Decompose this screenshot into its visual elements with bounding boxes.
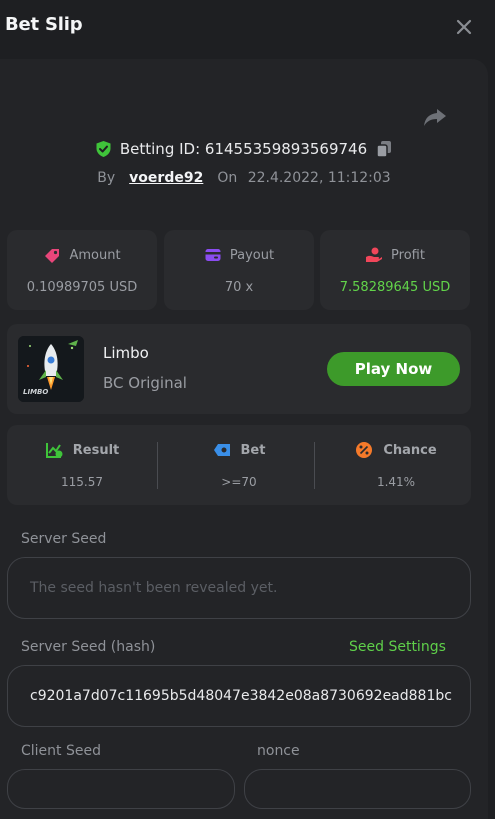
- bet-column: Bet >=70: [164, 425, 314, 505]
- profit-icon: [366, 247, 383, 262]
- client-seed-field[interactable]: [7, 769, 235, 809]
- bet-datetime: 22.4.2022, 11:12:03: [247, 170, 391, 186]
- bet-meta-row: By voerde92 On 22.4.2022, 11:12:03: [0, 170, 488, 186]
- result-column: Result 115.57: [7, 425, 157, 505]
- amount-label: Amount: [69, 247, 121, 263]
- header: Bet Slip: [0, 0, 495, 58]
- amount-value: 0.10989705 USD: [26, 280, 138, 295]
- payout-label: Payout: [229, 247, 275, 263]
- betting-id: Betting ID: 61455359893569746: [119, 140, 368, 158]
- payout-card: Payout 70 x: [164, 230, 314, 310]
- page-title: Bet Slip: [5, 14, 83, 35]
- chance-icon: [356, 442, 373, 458]
- game-subtitle: BC Original: [103, 374, 187, 392]
- seed-settings-link[interactable]: Seed Settings: [349, 639, 446, 655]
- game-card: LIMBO Limbo BC Original Play Now: [7, 324, 471, 414]
- chance-label: Chance: [383, 442, 437, 458]
- client-seed-label: Client Seed: [21, 743, 101, 759]
- share-icon[interactable]: [421, 103, 449, 131]
- payout-icon: [205, 249, 221, 261]
- bet-value: >=70: [221, 475, 257, 489]
- result-label: Result: [72, 442, 120, 458]
- payout-value: 70 x: [224, 280, 254, 295]
- nonce-field[interactable]: [244, 769, 471, 809]
- user-link[interactable]: voerde92: [129, 170, 203, 186]
- server-seed-hash-value: c9201a7d07c11695b5d48047e3842e08a8730692…: [30, 688, 452, 704]
- result-value: 115.57: [61, 475, 103, 489]
- bet-label: Bet: [240, 442, 266, 458]
- server-seed-hash-field[interactable]: c9201a7d07c11695b5d48047e3842e08a8730692…: [7, 665, 471, 727]
- server-seed-label: Server Seed: [21, 531, 107, 547]
- shield-check-icon: [96, 141, 111, 157]
- amount-icon: [45, 249, 60, 263]
- amount-card: Amount 0.10989705 USD: [7, 230, 157, 310]
- server-seed-placeholder: The seed hasn't been revealed yet.: [30, 580, 278, 596]
- server-seed-field[interactable]: The seed hasn't been revealed yet.: [7, 557, 471, 619]
- server-seed-hash-label: Server Seed (hash): [21, 639, 156, 655]
- result-card: Result 115.57 Bet >=70 Chance 1.41%: [7, 425, 471, 505]
- play-now-button[interactable]: Play Now: [327, 352, 460, 386]
- bet-icon: [213, 444, 230, 456]
- copy-icon[interactable]: [375, 140, 393, 158]
- chance-column: Chance 1.41%: [321, 425, 471, 505]
- game-name[interactable]: Limbo: [103, 344, 149, 362]
- nonce-label: nonce: [257, 743, 300, 759]
- on-label: On: [217, 170, 238, 186]
- result-icon: [45, 443, 63, 458]
- divider: [314, 442, 315, 489]
- game-thumb-label: LIMBO: [23, 388, 49, 396]
- divider: [157, 442, 158, 489]
- profit-value: 7.58289645 USD: [339, 280, 451, 295]
- profit-label: Profit: [391, 247, 425, 263]
- close-icon[interactable]: [452, 15, 476, 39]
- bet-id-row: Betting ID: 61455359893569746: [0, 140, 488, 162]
- profit-card: Profit 7.58289645 USD: [320, 230, 470, 310]
- chance-value: 1.41%: [376, 475, 416, 489]
- by-label: By: [97, 170, 116, 186]
- game-thumbnail[interactable]: LIMBO: [18, 336, 84, 402]
